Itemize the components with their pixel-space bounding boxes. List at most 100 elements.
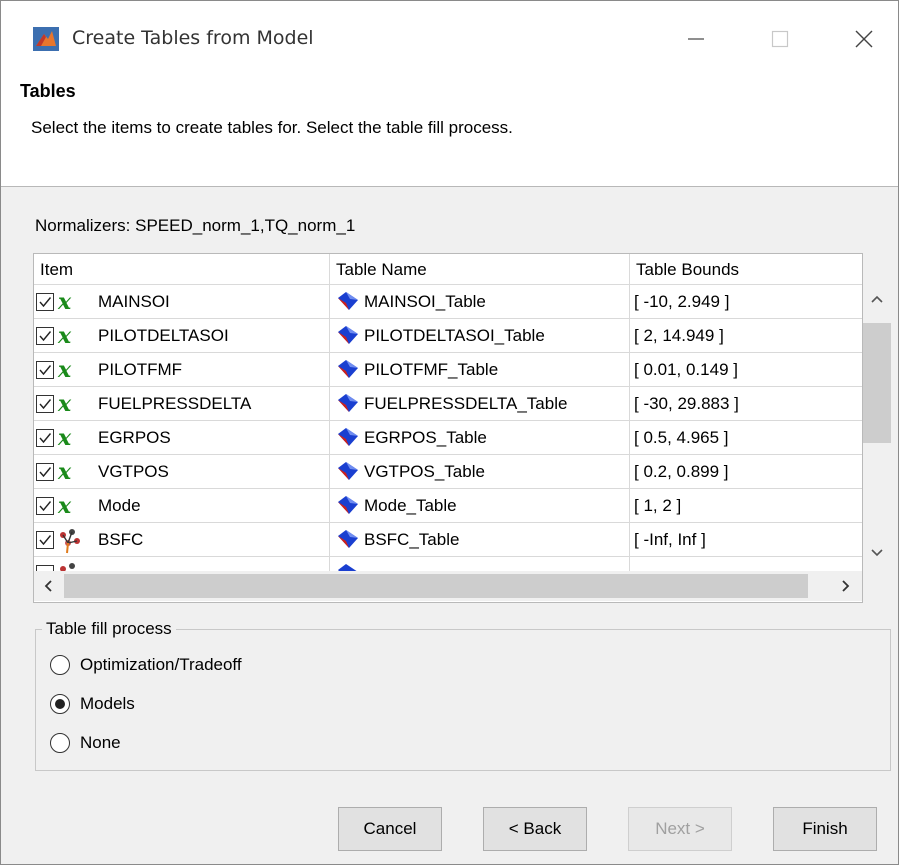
chevron-right-icon [842,580,850,592]
item-name: FUELPRESSDELTA [98,394,252,413]
scroll-up-button[interactable] [863,287,891,311]
item-cell: BSFC [34,523,330,557]
table-name-cell: PILOTDELTASOI_Table [330,319,630,353]
scroll-right-button[interactable] [832,571,860,601]
checkmark-icon [39,331,52,342]
row-checkbox[interactable] [36,327,54,345]
table-row[interactable]: x VGTPOS VGTPOS_Table [ 0.2, 0.899 ] [34,455,862,489]
radio-label: None [80,733,121,752]
radio-label: Models [80,694,135,713]
item-cell: x VGTPOS [34,455,330,489]
back-button[interactable]: < Back [483,807,587,851]
variable-x-icon: x [58,323,72,349]
radio-selected-dot [55,699,65,709]
header-panel: Tables Select the items to create tables… [1,75,898,187]
table-bounds-cell: [ 2, 14.949 ] [634,326,724,345]
item-cell: x PILOTFMF [34,353,330,387]
variable-x-icon: x [58,357,72,383]
minimize-button[interactable] [673,19,719,59]
variable-x-icon: x [58,493,72,519]
variable-x-icon: x [58,391,72,417]
table-name: FUELPRESSDELTA_Table [364,394,568,413]
horizontal-scroll-thumb[interactable] [64,574,808,598]
radio-button[interactable] [50,655,70,675]
table-surface-icon [338,462,358,480]
table-surface-icon [338,326,358,344]
table-surface-icon [338,530,358,548]
page-title: Tables [20,81,76,101]
close-button[interactable] [841,19,887,59]
item-cell: x Mode [34,489,330,523]
close-icon [855,30,873,48]
variable-x-icon: x [58,289,72,315]
radio-button[interactable] [50,733,70,753]
row-checkbox[interactable] [36,429,54,447]
title-bar: Create Tables from Model [1,1,898,75]
radio-label: Optimization/Tradeoff [80,655,242,674]
table-name-cell: FUELPRESSDELTA_Table [330,387,630,421]
horizontal-scrollbar[interactable] [34,571,862,601]
finish-button[interactable]: Finish [773,807,877,851]
vertical-scroll-thumb[interactable] [863,323,891,443]
dialog-window: Create Tables from Model Tables Select t… [0,0,899,865]
table-surface-icon [338,360,358,378]
item-cell: x PILOTDELTASOI [34,319,330,353]
table-row[interactable]: x MAINSOI MAINSOI_Table [ -10, 2.949 ] [34,285,862,319]
table-row[interactable]: x Mode Mode_Table [ 1, 2 ] [34,489,862,523]
column-header-table-bounds[interactable]: Table Bounds [630,254,862,285]
checkmark-icon [39,365,52,376]
column-header-table-name[interactable]: Table Name [330,254,630,285]
table-name: VGTPOS_Table [364,462,485,481]
checkmark-icon [39,535,52,546]
table-name: PILOTDELTASOI_Table [364,326,545,345]
scroll-down-button[interactable] [863,541,891,565]
table-surface-icon [338,496,358,514]
table-row[interactable]: x PILOTDELTASOI PILOTDELTASOI_Table [ 2,… [34,319,862,353]
table-bounds-cell: [ -30, 29.883 ] [634,394,739,413]
item-name: Mode [98,496,141,515]
table-body: x MAINSOI MAINSOI_Table [ -10, 2.949 ] x… [34,285,862,574]
table-name-cell: BSFC_Table [330,523,630,557]
fill-process-legend: Table fill process [42,619,176,639]
matlab-icon [33,27,59,51]
table-row[interactable]: x EGRPOS EGRPOS_Table [ 0.5, 4.965 ] [34,421,862,455]
item-name: BSFC [98,530,144,549]
items-table: Item Table Name Table Bounds x MAINSOI M… [33,253,863,603]
table-name: MAINSOI_Table [364,292,486,311]
radio-button[interactable] [50,694,70,714]
table-name: PILOTFMF_Table [364,360,499,379]
item-cell: x EGRPOS [34,421,330,455]
cancel-button[interactable]: Cancel [338,807,442,851]
table-name-cell: EGRPOS_Table [330,421,630,455]
table-surface-icon [338,428,358,446]
table-surface-icon [338,292,358,310]
row-checkbox[interactable] [36,293,54,311]
maximize-icon [771,30,789,48]
vertical-scrollbar[interactable] [863,285,891,573]
table-name-cell: VGTPOS_Table [330,455,630,489]
checkmark-icon [39,501,52,512]
column-header-item[interactable]: Item [34,254,330,285]
item-cell: x FUELPRESSDELTA [34,387,330,421]
scroll-left-button[interactable] [34,571,62,601]
row-checkbox[interactable] [36,361,54,379]
table-bounds-cell: [ 1, 2 ] [634,496,682,515]
table-row[interactable]: BSFC BSFC_Table [ -Inf, Inf ] [34,523,862,557]
table-bounds-cell: [ 0.01, 0.149 ] [634,360,738,379]
variable-x-icon: x [58,425,72,451]
page-description: Select the items to create tables for. S… [31,118,513,137]
table-row[interactable]: x PILOTFMF PILOTFMF_Table [ 0.01, 0.149 … [34,353,862,387]
next-button[interactable]: Next > [628,807,732,851]
row-checkbox[interactable] [36,531,54,549]
model-icon [60,529,80,554]
maximize-button[interactable] [757,19,803,59]
table-name: BSFC_Table [364,530,460,549]
table-row[interactable]: x FUELPRESSDELTA FUELPRESSDELTA_Table [ … [34,387,862,421]
minimize-icon [688,38,704,40]
row-checkbox[interactable] [36,395,54,413]
row-checkbox[interactable] [36,463,54,481]
table-name-cell: PILOTFMF_Table [330,353,630,387]
table-name-cell: Mode_Table [330,489,630,523]
item-cell: x MAINSOI [34,285,330,319]
row-checkbox[interactable] [36,497,54,515]
